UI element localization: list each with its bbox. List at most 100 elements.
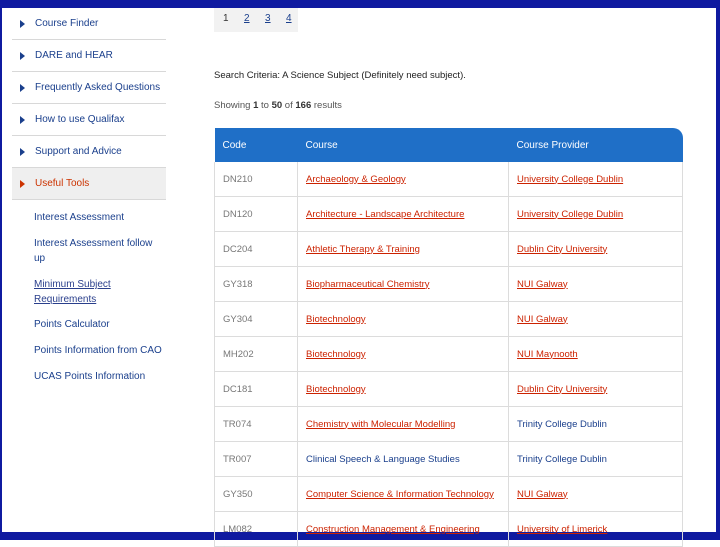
provider-cell: University College Dublin xyxy=(508,162,683,197)
sidebar-item-dare-and-hear[interactable]: DARE and HEAR xyxy=(12,40,166,72)
course-cell: Biopharmaceutical Chemistry xyxy=(297,266,509,302)
provider-cell: Trinity College Dublin xyxy=(508,441,683,477)
course-code: DN210 xyxy=(214,162,298,197)
course-cell: Clinical Speech & Language Studies xyxy=(297,441,509,477)
page-link-3[interactable]: 3 xyxy=(256,8,277,32)
course-cell: Architecture - Landscape Architecture xyxy=(297,196,509,232)
course-link[interactable]: Archaeology & Geology xyxy=(306,174,406,185)
subnav-link-interest-assessment-follow-up[interactable]: Interest Assessment follow up xyxy=(34,236,166,266)
provider-cell: NUI Galway xyxy=(508,476,683,512)
page-link-2[interactable]: 2 xyxy=(235,8,256,32)
provider-link[interactable]: NUI Galway xyxy=(517,489,568,500)
pagination: 1 2 3 4 xyxy=(214,8,298,32)
course-cell: Biotechnology xyxy=(297,371,509,407)
course-code: DC181 xyxy=(214,371,298,407)
table-row: DN120 Architecture - Landscape Architectu… xyxy=(214,196,683,232)
provider-link[interactable]: Dublin City University xyxy=(517,384,607,395)
sidebar-item-useful-tools[interactable]: Useful Tools xyxy=(12,168,166,200)
course-link[interactable]: Biotechnology xyxy=(306,349,366,360)
chevron-right-icon xyxy=(20,51,25,60)
provider-link[interactable]: Trinity College Dublin xyxy=(517,454,607,465)
course-code: TR007 xyxy=(214,441,298,477)
course-code: LM082 xyxy=(214,511,298,547)
chevron-right-icon xyxy=(20,147,25,156)
course-link[interactable]: Architecture - Landscape Architecture xyxy=(306,209,464,220)
table-row: MH202 Biotechnology NUI Maynooth xyxy=(214,336,683,372)
course-code: DN120 xyxy=(214,196,298,232)
sidebar-item-label: DARE and HEAR xyxy=(35,50,113,61)
column-header-code: Code xyxy=(222,139,247,151)
course-link[interactable]: Construction Management & Engineering xyxy=(306,524,480,535)
course-link[interactable]: Chemistry with Molecular Modelling xyxy=(306,419,455,430)
provider-link[interactable]: Dublin City University xyxy=(517,244,607,255)
subnav-link-points-calculator[interactable]: Points Calculator xyxy=(34,317,166,332)
slide-frame-top xyxy=(0,0,720,8)
sidebar-item-how-to-use[interactable]: How to use Qualifax xyxy=(12,104,166,136)
table-row: GY304 Biotechnology NUI Galway xyxy=(214,301,683,337)
sidebar-item-course-finder[interactable]: Course Finder xyxy=(12,8,166,40)
provider-cell: NUI Galway xyxy=(508,266,683,302)
provider-link[interactable]: University College Dublin xyxy=(517,209,623,220)
range-end: 50 xyxy=(271,100,283,111)
provider-cell: NUI Galway xyxy=(508,301,683,337)
subnav-link-ucas-points-information[interactable]: UCAS Points Information xyxy=(34,369,166,384)
provider-link[interactable]: NUI Galway xyxy=(517,279,568,290)
provider-link[interactable]: NUI Galway xyxy=(517,314,568,325)
course-link[interactable]: Biopharmaceutical Chemistry xyxy=(306,279,430,290)
course-code: TR074 xyxy=(214,406,298,442)
provider-cell: Dublin City University xyxy=(508,231,683,267)
results-count: Showing 1 to 50 of 166 results xyxy=(214,100,342,111)
course-link[interactable]: Computer Science & Information Technolog… xyxy=(306,489,494,500)
course-cell: Chemistry with Molecular Modelling xyxy=(297,406,509,442)
provider-cell: University of Limerick xyxy=(508,511,683,547)
page-link-1[interactable]: 1 xyxy=(214,8,235,32)
of-text: of xyxy=(282,100,296,111)
course-cell: Archaeology & Geology xyxy=(297,162,509,197)
total-count: 166 xyxy=(295,100,312,111)
provider-link[interactable]: Trinity College Dublin xyxy=(517,419,607,430)
sidebar-item-label: Course Finder xyxy=(35,18,99,29)
provider-link[interactable]: NUI Maynooth xyxy=(517,349,578,360)
slide-frame-right xyxy=(716,0,720,540)
sidebar-item-label: Frequently Asked Questions xyxy=(35,82,161,93)
provider-cell: NUI Maynooth xyxy=(508,336,683,372)
course-cell: Construction Management & Engineering xyxy=(297,511,509,547)
chevron-right-icon xyxy=(20,179,25,188)
chevron-right-icon xyxy=(20,115,25,124)
sidebar-item-faq[interactable]: Frequently Asked Questions xyxy=(12,72,166,104)
showing-prefix: Showing xyxy=(214,100,254,111)
course-code: GY304 xyxy=(214,301,298,337)
page-link-4[interactable]: 4 xyxy=(277,8,298,32)
table-row: DC181 Biotechnology Dublin City University xyxy=(214,371,683,407)
course-code: GY350 xyxy=(214,476,298,512)
table-row: GY318 Biopharmaceutical Chemistry NUI Galw… xyxy=(214,266,683,302)
course-link[interactable]: Athletic Therapy & Training xyxy=(306,244,420,255)
course-cell: Biotechnology xyxy=(297,336,509,372)
course-link[interactable]: Clinical Speech & Language Studies xyxy=(306,454,460,465)
provider-cell: Dublin City University xyxy=(508,371,683,407)
course-code: DC204 xyxy=(214,231,298,267)
provider-link[interactable]: University College Dublin xyxy=(517,174,623,185)
course-cell: Computer Science & Information Technolog… xyxy=(297,476,509,512)
search-criteria: Search Criteria: A Science Subject (Defi… xyxy=(214,70,466,81)
sidebar-item-support-and-advice[interactable]: Support and Advice xyxy=(12,136,166,168)
sidebar-item-label: Support and Advice xyxy=(35,146,122,157)
subnav-link-minimum-subject-requirements[interactable]: Minimum Subject Requirements xyxy=(34,277,166,307)
table-row: DN210 Archaeology & Geology University Col… xyxy=(214,162,683,197)
provider-cell: Trinity College Dublin xyxy=(508,406,683,442)
table-row: DC204 Athletic Therapy & Training Dublin C… xyxy=(214,231,683,267)
results-table: Code Course Course Provider DN210 Archaeo… xyxy=(214,128,683,547)
subnav-link-points-information-cao[interactable]: Points Information from CAO xyxy=(34,343,166,358)
course-link[interactable]: Biotechnology xyxy=(306,314,366,325)
table-row: LM082 Construction Management & Engineeri… xyxy=(214,511,683,547)
course-link[interactable]: Biotechnology xyxy=(306,384,366,395)
column-header-course: Course xyxy=(305,139,338,151)
table-row: TR007 Clinical Speech & Language Studies T… xyxy=(214,441,683,477)
subnav-link-interest-assessment[interactable]: Interest Assessment xyxy=(34,210,166,225)
results-suffix: results xyxy=(311,100,342,111)
provider-link[interactable]: University of Limerick xyxy=(517,524,607,535)
course-cell: Athletic Therapy & Training xyxy=(297,231,509,267)
sidebar-subnav: Interest Assessment Interest Assessment … xyxy=(12,200,166,384)
chevron-right-icon xyxy=(20,83,25,92)
sidebar: Course Finder DARE and HEAR Frequently A… xyxy=(12,8,166,395)
